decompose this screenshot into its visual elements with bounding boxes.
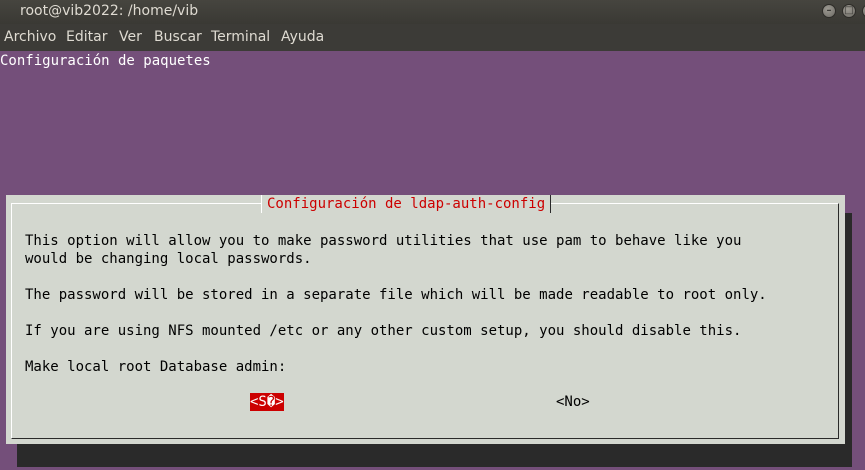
dialog-message-line-3: The password will be stored in a separat… [25, 287, 767, 303]
dialog-prompt: Make local root Database admin: [25, 359, 287, 375]
menu-ayuda[interactable]: Ayuda [281, 28, 324, 46]
window-title: root@vib2022: /home/vib [20, 3, 199, 19]
dialog-message-line-2: would be changing local passwords. [25, 251, 312, 267]
dialog-message-line-1: This option will allow you to make passw… [25, 233, 742, 249]
menu-archivo[interactable]: Archivo [4, 28, 56, 46]
terminal-area[interactable]: Configuración de paquetes Configuración … [0, 51, 865, 470]
menu-bar: Archivo Editar Ver Buscar Terminal Ayuda [0, 24, 865, 51]
config-dialog: Configuración de ldap-auth-config This o… [6, 195, 845, 444]
title-bar: root@vib2022: /home/vib – □ × [0, 0, 865, 24]
menu-editar[interactable]: Editar [66, 28, 107, 46]
dialog-message-line-4: If you are using NFS mounted /etc or any… [25, 323, 742, 339]
yes-button[interactable]: <S�> [250, 393, 284, 411]
maximize-icon[interactable]: □ [842, 4, 856, 18]
package-config-heading: Configuración de paquetes [0, 53, 211, 69]
menu-ver[interactable]: Ver [119, 28, 142, 46]
minimize-icon[interactable]: – [822, 4, 836, 18]
dialog-title: Configuración de ldap-auth-config [261, 195, 552, 213]
menu-buscar[interactable]: Buscar [154, 28, 202, 46]
menu-terminal[interactable]: Terminal [211, 28, 270, 46]
no-button[interactable]: <No> [556, 393, 590, 411]
